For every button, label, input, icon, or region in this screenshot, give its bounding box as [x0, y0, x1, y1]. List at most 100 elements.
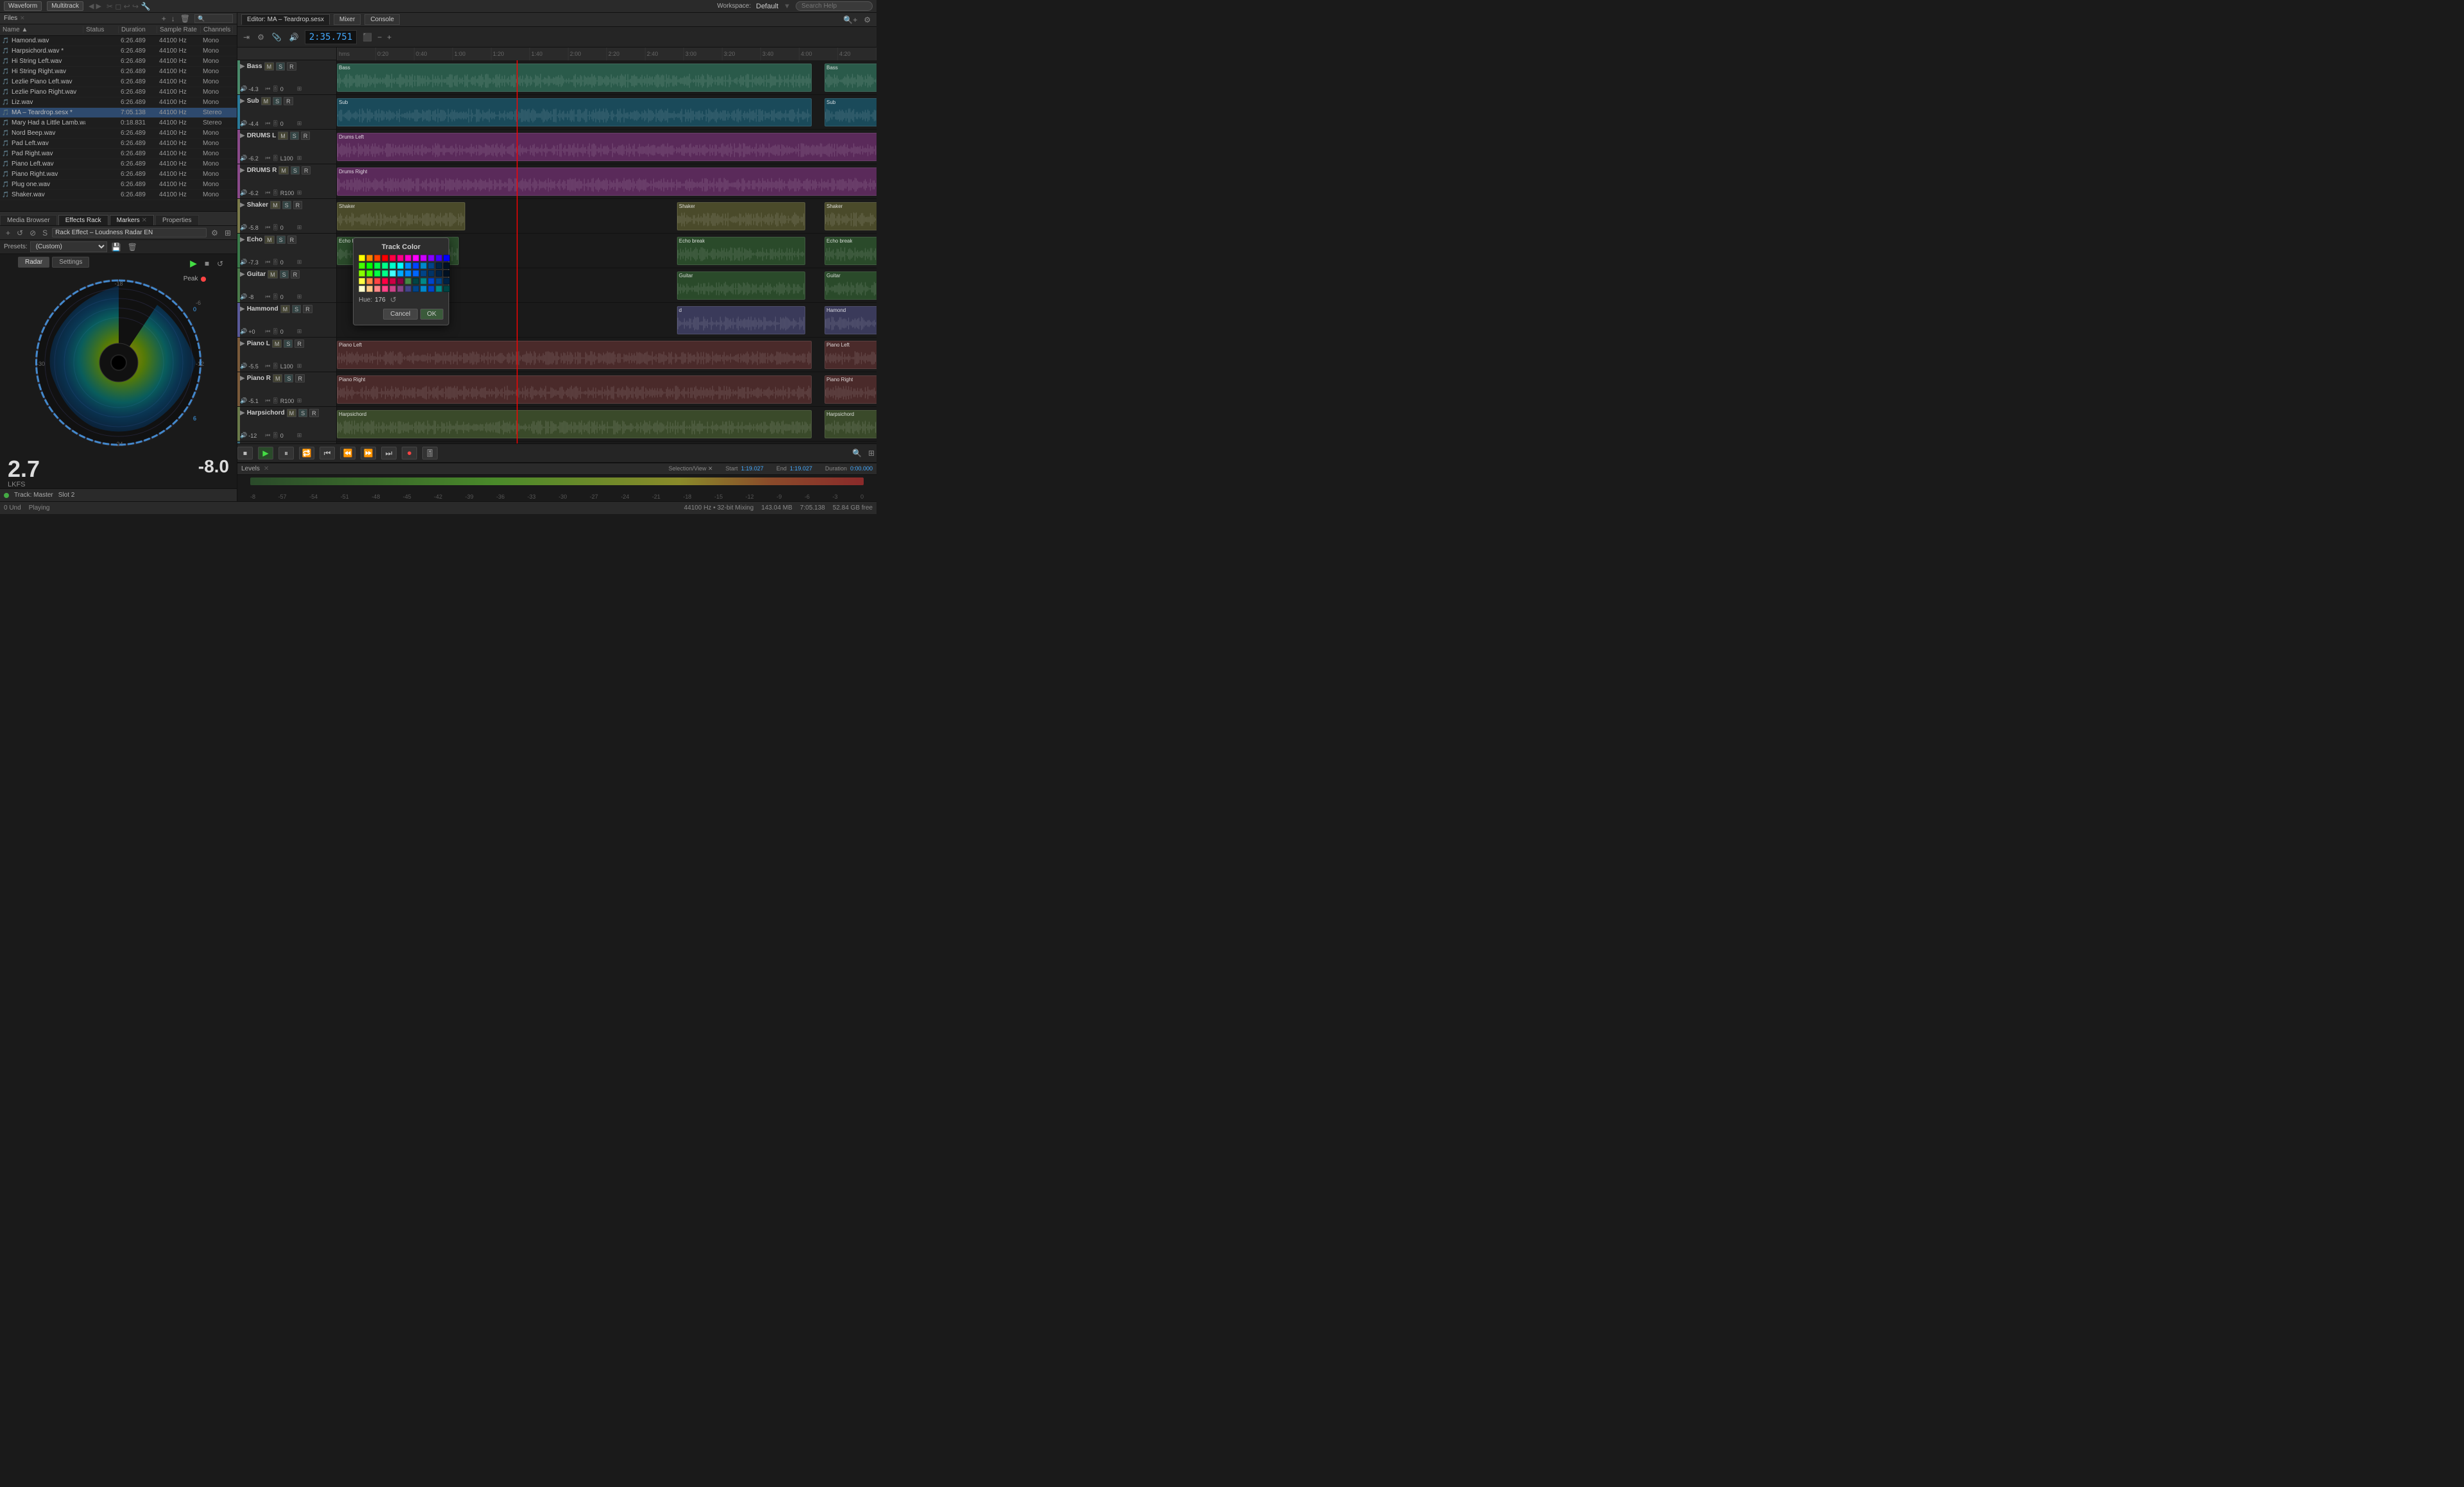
color-swatch[interactable]: [420, 255, 427, 261]
color-swatch[interactable]: [359, 262, 365, 269]
file-row[interactable]: 🎵 Hamond.wav 6:26.489 44100 Hz Mono: [0, 36, 237, 46]
bottom-tab-media-browser[interactable]: Media Browser: [0, 215, 57, 225]
color-swatch[interactable]: [374, 270, 381, 277]
rack-bypass-btn[interactable]: ⊘: [28, 228, 38, 238]
color-swatch[interactable]: [436, 278, 442, 284]
bottom-tab-markers[interactable]: Markers ✕: [110, 215, 154, 225]
color-swatch[interactable]: [397, 255, 404, 261]
color-swatch[interactable]: [443, 286, 450, 292]
track-arm-btn[interactable]: R: [303, 305, 312, 313]
track-content-row[interactable]: Drums Right: [337, 164, 877, 199]
track-expand-arrow[interactable]: ▶: [240, 340, 245, 347]
file-row[interactable]: 🎵 Plug one.wav 6:26.489 44100 Hz Mono: [0, 180, 237, 190]
color-swatch[interactable]: [382, 286, 388, 292]
track-arm-btn[interactable]: R: [293, 201, 303, 209]
clip[interactable]: Drums Right: [337, 168, 877, 196]
color-swatch[interactable]: [397, 262, 404, 269]
clip[interactable]: Harpsichord: [337, 410, 812, 438]
preset-delete-btn[interactable]: 🗑: [126, 242, 139, 252]
track-content-row[interactable]: Hi String Left: [337, 442, 877, 443]
tc-icon4[interactable]: 🔊: [287, 32, 301, 42]
color-swatch[interactable]: [428, 270, 434, 277]
color-swatch[interactable]: [366, 255, 373, 261]
track-arm-btn[interactable]: R: [295, 374, 305, 382]
color-swatch[interactable]: [397, 278, 404, 284]
clip[interactable]: Echo break: [677, 237, 805, 265]
color-swatch[interactable]: [420, 286, 427, 292]
color-swatch[interactable]: [413, 278, 419, 284]
presets-select[interactable]: (Custom): [30, 241, 107, 252]
clip[interactable]: Guitar: [677, 271, 805, 300]
zoom-ctrl-1[interactable]: 🔍: [850, 448, 864, 458]
track-expand-arrow[interactable]: ▶: [240, 409, 245, 417]
zoom-in[interactable]: +: [385, 32, 393, 42]
rack-add-btn[interactable]: +: [4, 228, 12, 238]
editor-tab-console[interactable]: Console: [364, 14, 400, 25]
track-solo-btn[interactable]: S: [292, 305, 301, 313]
rack-expand-btn[interactable]: ⊞: [223, 228, 233, 238]
color-swatch[interactable]: [405, 255, 411, 261]
color-swatch[interactable]: [443, 278, 450, 284]
track-solo-btn[interactable]: S: [280, 270, 289, 279]
editor-settings[interactable]: ⚙: [862, 15, 873, 25]
zoom-out[interactable]: −: [375, 32, 384, 42]
track-mute-btn[interactable]: M: [272, 340, 282, 348]
color-swatch[interactable]: [374, 286, 381, 292]
track-solo-btn[interactable]: S: [276, 62, 285, 71]
clip[interactable]: Piano Left: [337, 341, 812, 369]
color-swatch[interactable]: [436, 270, 442, 277]
color-swatch[interactable]: [420, 270, 427, 277]
clip[interactable]: Guitar: [825, 271, 877, 300]
color-swatch[interactable]: [428, 286, 434, 292]
rack-loop-btn[interactable]: ↺: [15, 228, 25, 238]
file-row[interactable]: 🎵 Liz.wav 6:26.489 44100 Hz Mono: [0, 98, 237, 108]
file-row[interactable]: 🎵 Hi String Left.wav 6:26.489 44100 Hz M…: [0, 56, 237, 67]
zoom-ctrl-2[interactable]: ⊞: [866, 448, 877, 458]
clip[interactable]: Piano Right: [337, 375, 812, 404]
file-row[interactable]: 🎵 Shaker.wav 6:26.489 44100 Hz Mono: [0, 190, 237, 200]
track-solo-btn[interactable]: S: [273, 97, 282, 105]
track-content-row[interactable]: Piano LeftPiano LeftPiano LeftPiano Left: [337, 338, 877, 372]
color-swatch[interactable]: [366, 262, 373, 269]
track-content-row[interactable]: Piano RightPiano RightPiano RightPiano R…: [337, 372, 877, 407]
clip[interactable]: Shaker: [337, 202, 465, 230]
tc-icon1[interactable]: ⇥: [241, 32, 252, 42]
track-mute-btn[interactable]: M: [280, 305, 291, 313]
track-content-row[interactable]: SubSubSubSub: [337, 95, 877, 130]
color-swatch[interactable]: [443, 255, 450, 261]
track-arm-btn[interactable]: R: [291, 270, 300, 279]
editor-tab-main[interactable]: Editor: MA – Teardrop.sesx: [241, 14, 330, 25]
editor-zoom-in[interactable]: 🔍+: [841, 15, 859, 25]
track-expand-arrow[interactable]: ▶: [240, 167, 245, 174]
track-solo-btn[interactable]: S: [277, 236, 286, 244]
clip[interactable]: d: [677, 306, 805, 334]
rack-name-field[interactable]: [52, 228, 207, 237]
transport-next[interactable]: ⏭: [381, 447, 397, 460]
transport-fwd[interactable]: ⏩: [361, 447, 376, 460]
color-swatch[interactable]: [413, 286, 419, 292]
search-help-input[interactable]: [796, 1, 873, 11]
file-row[interactable]: 🎵 Piano Left.wav 6:26.489 44100 Hz Mono: [0, 159, 237, 169]
rack-settings-btn[interactable]: ⚙: [209, 228, 220, 238]
clip[interactable]: Hamond: [825, 306, 877, 334]
color-swatch[interactable]: [428, 278, 434, 284]
clip[interactable]: Harpsichord: [825, 410, 877, 438]
color-swatch[interactable]: [359, 270, 365, 277]
color-swatch[interactable]: [389, 278, 396, 284]
clip[interactable]: Sub: [337, 98, 812, 126]
color-swatch[interactable]: [397, 286, 404, 292]
modal-ok-btn[interactable]: OK: [420, 309, 443, 320]
color-swatch[interactable]: [405, 270, 411, 277]
radar-stop-btn[interactable]: ⏹: [203, 257, 211, 270]
track-arm-btn[interactable]: R: [287, 236, 297, 244]
color-swatch[interactable]: [374, 278, 381, 284]
files-add-btn[interactable]: +: [160, 13, 168, 24]
color-swatch[interactable]: [436, 255, 442, 261]
track-arm-btn[interactable]: R: [309, 409, 319, 417]
track-content-row[interactable]: HarpsichordHarpsichordHarpsic...ordHarps…: [337, 407, 877, 442]
track-expand-arrow[interactable]: ▶: [240, 305, 245, 313]
radar-tab-radar[interactable]: Radar: [18, 257, 49, 268]
transport-record[interactable]: ⏺: [402, 447, 417, 460]
clip[interactable]: Bass: [825, 64, 877, 92]
track-content-row[interactable]: BassBassBassBass: [337, 60, 877, 95]
